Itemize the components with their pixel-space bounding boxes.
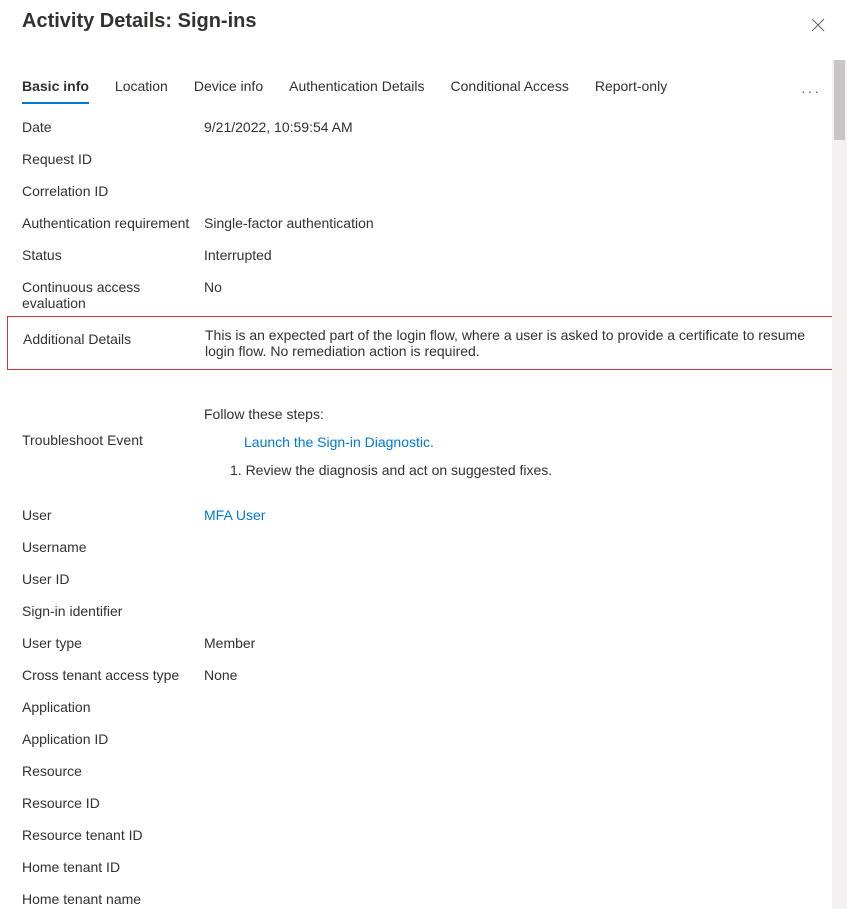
detail-row-cross-tenant: Cross tenant access type None	[22, 662, 825, 694]
detail-row-resource-tenant-id: Resource tenant ID	[22, 822, 825, 854]
detail-row-cae: Continuous access evaluation No	[22, 274, 825, 316]
label-signin-identifier: Sign-in identifier	[22, 603, 204, 619]
label-request-id: Request ID	[22, 151, 204, 167]
label-user-type: User type	[22, 635, 204, 651]
detail-row-resource-id: Resource ID	[22, 790, 825, 822]
label-resource: Resource	[22, 763, 204, 779]
scrollbar[interactable]	[832, 60, 847, 909]
tab-device-info[interactable]: Device info	[194, 78, 263, 104]
value-cae: No	[204, 279, 825, 295]
label-application: Application	[22, 699, 204, 715]
label-cross-tenant: Cross tenant access type	[22, 667, 204, 683]
detail-row-home-tenant-name: Home tenant name	[22, 886, 825, 914]
detail-row-signin-identifier: Sign-in identifier	[22, 598, 825, 630]
detail-row-troubleshoot: Troubleshoot Event Follow these steps: L…	[22, 406, 825, 478]
detail-row-resource: Resource	[22, 758, 825, 790]
detail-row-status: Status Interrupted	[22, 242, 825, 274]
label-resource-id: Resource ID	[22, 795, 204, 811]
detail-row-user: User MFA User	[22, 502, 825, 534]
tab-location[interactable]: Location	[115, 78, 168, 104]
value-status: Interrupted	[204, 247, 825, 263]
detail-row-application: Application	[22, 694, 825, 726]
label-auth-requirement: Authentication requirement	[22, 215, 204, 231]
value-user-type: Member	[204, 635, 825, 651]
tab-report-only[interactable]: Report-only	[595, 78, 667, 104]
page-title: Activity Details: Sign-ins	[22, 10, 257, 33]
close-icon[interactable]	[807, 14, 829, 36]
label-date: Date	[22, 119, 204, 135]
label-application-id: Application ID	[22, 731, 204, 747]
value-additional-details: This is an expected part of the login fl…	[205, 327, 824, 359]
value-user-link[interactable]: MFA User	[204, 507, 825, 523]
label-cae: Continuous access evaluation	[22, 279, 204, 311]
value-date: 9/21/2022, 10:59:54 AM	[204, 119, 825, 135]
value-auth-requirement: Single-factor authentication	[204, 215, 825, 231]
label-username: Username	[22, 539, 204, 555]
tab-authentication-details[interactable]: Authentication Details	[289, 78, 424, 104]
troubleshoot-intro: Follow these steps:	[204, 406, 825, 422]
label-troubleshoot: Troubleshoot Event	[22, 406, 204, 448]
label-status: Status	[22, 247, 204, 263]
troubleshoot-step: 1. Review the diagnosis and act on sugge…	[204, 462, 825, 478]
detail-row-request-id: Request ID	[22, 146, 825, 178]
detail-row-correlation-id: Correlation ID	[22, 178, 825, 210]
detail-row-home-tenant-id: Home tenant ID	[22, 854, 825, 886]
detail-row-user-type: User type Member	[22, 630, 825, 662]
value-cross-tenant: None	[204, 667, 825, 683]
tab-conditional-access[interactable]: Conditional Access	[451, 78, 569, 104]
label-user: User	[22, 507, 204, 523]
scrollbar-thumb[interactable]	[834, 60, 845, 140]
tab-basic-info[interactable]: Basic info	[22, 78, 89, 104]
label-home-tenant-name: Home tenant name	[22, 891, 204, 907]
label-home-tenant-id: Home tenant ID	[22, 859, 204, 875]
label-user-id: User ID	[22, 571, 204, 587]
detail-row-auth-requirement: Authentication requirement Single-factor…	[22, 210, 825, 242]
more-icon[interactable]: ···	[797, 79, 825, 103]
additional-details-highlight: Additional Details This is an expected p…	[7, 316, 840, 370]
detail-row-date: Date 9/21/2022, 10:59:54 AM	[22, 114, 825, 146]
detail-row-user-id: User ID	[22, 566, 825, 598]
label-resource-tenant-id: Resource tenant ID	[22, 827, 204, 843]
detail-row-username: Username	[22, 534, 825, 566]
label-additional-details: Additional Details	[23, 327, 205, 347]
troubleshoot-content: Follow these steps: Launch the Sign-in D…	[204, 406, 825, 478]
detail-row-application-id: Application ID	[22, 726, 825, 758]
launch-signin-diagnostic-link[interactable]: Launch the Sign-in Diagnostic.	[244, 434, 434, 450]
tabs: Basic info Location Device info Authenti…	[22, 78, 667, 104]
label-correlation-id: Correlation ID	[22, 183, 204, 199]
